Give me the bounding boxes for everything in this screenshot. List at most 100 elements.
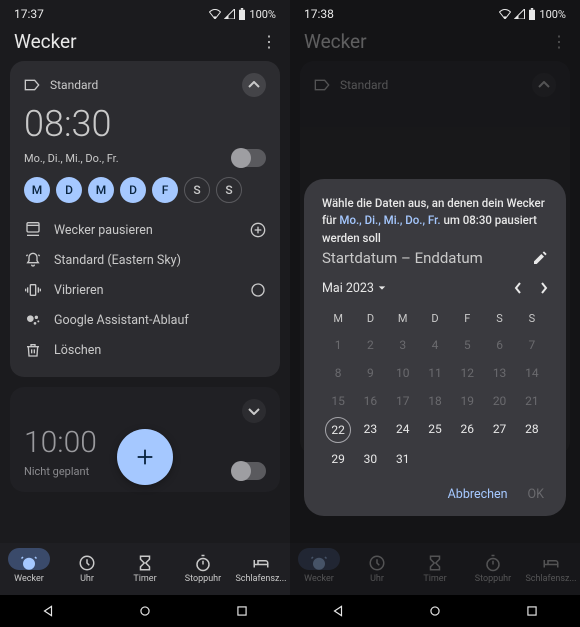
dropdown-icon xyxy=(378,285,386,291)
battery-percent: 100% xyxy=(539,8,566,21)
expand-button[interactable] xyxy=(242,399,266,423)
nav-bedtime: Schlafensz... xyxy=(522,543,580,595)
day-fri[interactable]: F xyxy=(152,177,178,203)
pane-right: 17:38 100% Wecker ⋮ Standard xyxy=(290,0,580,627)
nav-label: Schlafensz... xyxy=(525,574,576,584)
more-icon[interactable]: ⋮ xyxy=(261,32,276,51)
calendar-day[interactable]: 25 xyxy=(419,417,451,443)
back-icon[interactable] xyxy=(331,604,345,618)
nav-label: Wecker xyxy=(14,574,44,584)
calendar-day[interactable]: 22 xyxy=(325,417,351,443)
alarm-time[interactable]: 08:30 xyxy=(24,103,266,145)
ringtone-label: Standard (Eastern Sky) xyxy=(54,253,181,268)
calendar-weekday: M xyxy=(387,308,419,329)
calendar-day: 19 xyxy=(451,389,483,413)
day-thu[interactable]: D xyxy=(120,177,146,203)
pause-label: Wecker pausieren xyxy=(54,223,153,238)
more-icon: ⋮ xyxy=(551,32,566,51)
calendar-day: 2 xyxy=(354,333,386,357)
nav-label: Stoppuhr xyxy=(185,574,221,584)
calendar-day: 21 xyxy=(516,389,548,413)
recent-icon[interactable] xyxy=(235,604,249,618)
battery-percent: 100% xyxy=(249,8,276,21)
calendar-day: 3 xyxy=(387,333,419,357)
status-bar: 17:37 100% xyxy=(0,0,290,24)
battery-icon xyxy=(238,8,246,20)
signal-icon xyxy=(224,9,235,19)
alarm-toggle-2[interactable] xyxy=(232,462,266,480)
calendar-weekday: D xyxy=(354,308,386,329)
calendar-day[interactable]: 29 xyxy=(322,447,354,471)
hourglass-icon xyxy=(426,554,444,572)
pause-icon xyxy=(24,222,42,238)
nav-label: Uhr xyxy=(80,574,94,584)
nav-alarm: Wecker xyxy=(290,543,348,595)
bed-icon xyxy=(252,554,270,572)
calendar-day[interactable]: 23 xyxy=(354,417,386,443)
calendar-weekday: M xyxy=(322,308,354,329)
calendar-day: 17 xyxy=(387,389,419,413)
next-month-icon[interactable] xyxy=(540,282,548,294)
calendar-day[interactable]: 30 xyxy=(354,447,386,471)
nav-stopwatch[interactable]: Stoppuhr xyxy=(174,543,232,595)
day-tue[interactable]: D xyxy=(56,177,82,203)
nav-bedtime[interactable]: Schlafensz... xyxy=(232,543,290,595)
cancel-button[interactable]: Abbrechen xyxy=(448,487,508,502)
calendar-day[interactable]: 27 xyxy=(483,417,515,443)
alarm-label: Standard xyxy=(50,78,98,92)
assistant-row[interactable]: Google Assistant-Ablauf xyxy=(24,305,266,335)
vibrate-icon xyxy=(24,282,42,298)
home-icon[interactable] xyxy=(428,604,442,618)
assistant-icon xyxy=(24,312,42,328)
page-title: Wecker xyxy=(304,30,367,53)
ringtone-row[interactable]: Standard (Eastern Sky) xyxy=(24,245,266,275)
calendar-day: 10 xyxy=(387,361,419,385)
recent-icon[interactable] xyxy=(525,604,539,618)
calendar-day: 12 xyxy=(451,361,483,385)
calendar-day: 16 xyxy=(354,389,386,413)
calendar-day[interactable]: 26 xyxy=(451,417,483,443)
add-alarm-fab[interactable] xyxy=(117,429,173,485)
signal-icon xyxy=(514,9,525,19)
nav-label: Schlafensz... xyxy=(235,574,286,584)
vibrate-row[interactable]: Vibrieren xyxy=(24,275,266,305)
month-selector[interactable]: Mai 2023 xyxy=(322,281,386,296)
calendar-day[interactable]: 24 xyxy=(387,417,419,443)
delete-label: Löschen xyxy=(54,343,101,358)
nav-label: Stoppuhr xyxy=(475,574,511,584)
circle-icon[interactable] xyxy=(250,282,266,298)
nav-label: Uhr xyxy=(370,574,384,584)
calendar-day: 8 xyxy=(322,361,354,385)
day-wed[interactable]: M xyxy=(88,177,114,203)
alarm-toggle[interactable] xyxy=(232,149,266,167)
back-icon[interactable] xyxy=(41,604,55,618)
alarm-card-expanded[interactable]: Standard 08:30 Mo., Di., Mi., Do., Fr. M… xyxy=(10,61,280,377)
status-bar: 17:38 100% xyxy=(290,0,580,24)
calendar-day[interactable]: 28 xyxy=(516,417,548,443)
trash-icon xyxy=(24,342,42,358)
plus-icon[interactable] xyxy=(250,222,266,238)
calendar-day: 4 xyxy=(419,333,451,357)
collapse-button[interactable] xyxy=(242,73,266,97)
nav-clock[interactable]: Uhr xyxy=(58,543,116,595)
header: Wecker ⋮ xyxy=(290,24,580,61)
system-nav xyxy=(290,595,580,627)
day-mon[interactable]: M xyxy=(24,177,50,203)
day-sun[interactable]: S xyxy=(216,177,242,203)
pause-row[interactable]: Wecker pausieren xyxy=(24,215,266,245)
home-icon[interactable] xyxy=(138,604,152,618)
alarm-status-2: Nicht geplant xyxy=(24,465,89,478)
page-title: Wecker xyxy=(14,30,77,53)
delete-row[interactable]: Löschen xyxy=(24,335,266,365)
ok-button[interactable]: OK xyxy=(528,487,544,502)
calendar-day: 15 xyxy=(322,389,354,413)
alarm-icon xyxy=(20,554,38,572)
calendar-day[interactable]: 31 xyxy=(387,447,419,471)
nav-alarm[interactable]: Wecker xyxy=(0,543,58,595)
day-sat[interactable]: S xyxy=(184,177,210,203)
nav-timer[interactable]: Timer xyxy=(116,543,174,595)
edit-icon[interactable] xyxy=(532,250,548,266)
prev-month-icon[interactable] xyxy=(514,282,522,294)
calendar-weekday: F xyxy=(451,308,483,329)
wifi-icon xyxy=(499,9,511,19)
